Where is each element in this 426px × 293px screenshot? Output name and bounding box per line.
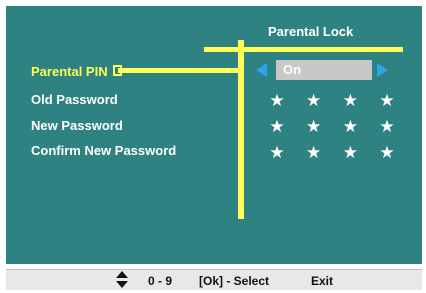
password-star-icon: ★ xyxy=(306,91,322,110)
divider-vertical xyxy=(238,40,244,219)
tv-screen: Parental Lock Parental PIN On Old Passwo… xyxy=(0,0,426,293)
parental-pin-value[interactable]: On xyxy=(276,60,372,80)
parental-lock-panel: Parental Lock Parental PIN On Old Passwo… xyxy=(6,6,422,264)
password-star-icon: ★ xyxy=(379,91,395,110)
confirm-new-password-field[interactable]: ★ ★ ★ ★ xyxy=(268,144,396,162)
password-star-icon: ★ xyxy=(269,91,285,110)
selection-connector xyxy=(118,68,238,73)
divider-title-underline xyxy=(204,47,403,52)
password-star-icon: ★ xyxy=(342,91,358,110)
old-password-field[interactable]: ★ ★ ★ ★ xyxy=(268,92,396,110)
old-password-label[interactable]: Old Password xyxy=(31,92,118,107)
arrow-left-icon[interactable] xyxy=(256,63,267,77)
password-star-icon: ★ xyxy=(306,117,322,136)
help-bar: 0 - 9 [Ok] - Select Exit xyxy=(6,269,422,290)
new-password-label[interactable]: New Password xyxy=(31,118,123,133)
arrow-right-icon[interactable] xyxy=(377,63,388,77)
password-star-icon: ★ xyxy=(342,117,358,136)
password-star-icon: ★ xyxy=(306,143,322,162)
confirm-new-password-label[interactable]: Confirm New Password xyxy=(31,143,176,158)
digits-hint: 0 - 9 xyxy=(148,274,173,288)
password-star-icon: ★ xyxy=(379,143,395,162)
up-down-arrows-icon xyxy=(116,271,128,288)
new-password-field[interactable]: ★ ★ ★ ★ xyxy=(268,118,396,136)
page-title: Parental Lock xyxy=(268,24,354,39)
ok-select-hint: [Ok] - Select xyxy=(199,274,270,288)
password-star-icon: ★ xyxy=(342,143,358,162)
password-star-icon: ★ xyxy=(379,117,395,136)
parental-pin-label[interactable]: Parental PIN xyxy=(31,64,108,79)
password-star-icon: ★ xyxy=(269,143,285,162)
password-star-icon: ★ xyxy=(269,117,285,136)
exit-hint: Exit xyxy=(311,274,334,288)
